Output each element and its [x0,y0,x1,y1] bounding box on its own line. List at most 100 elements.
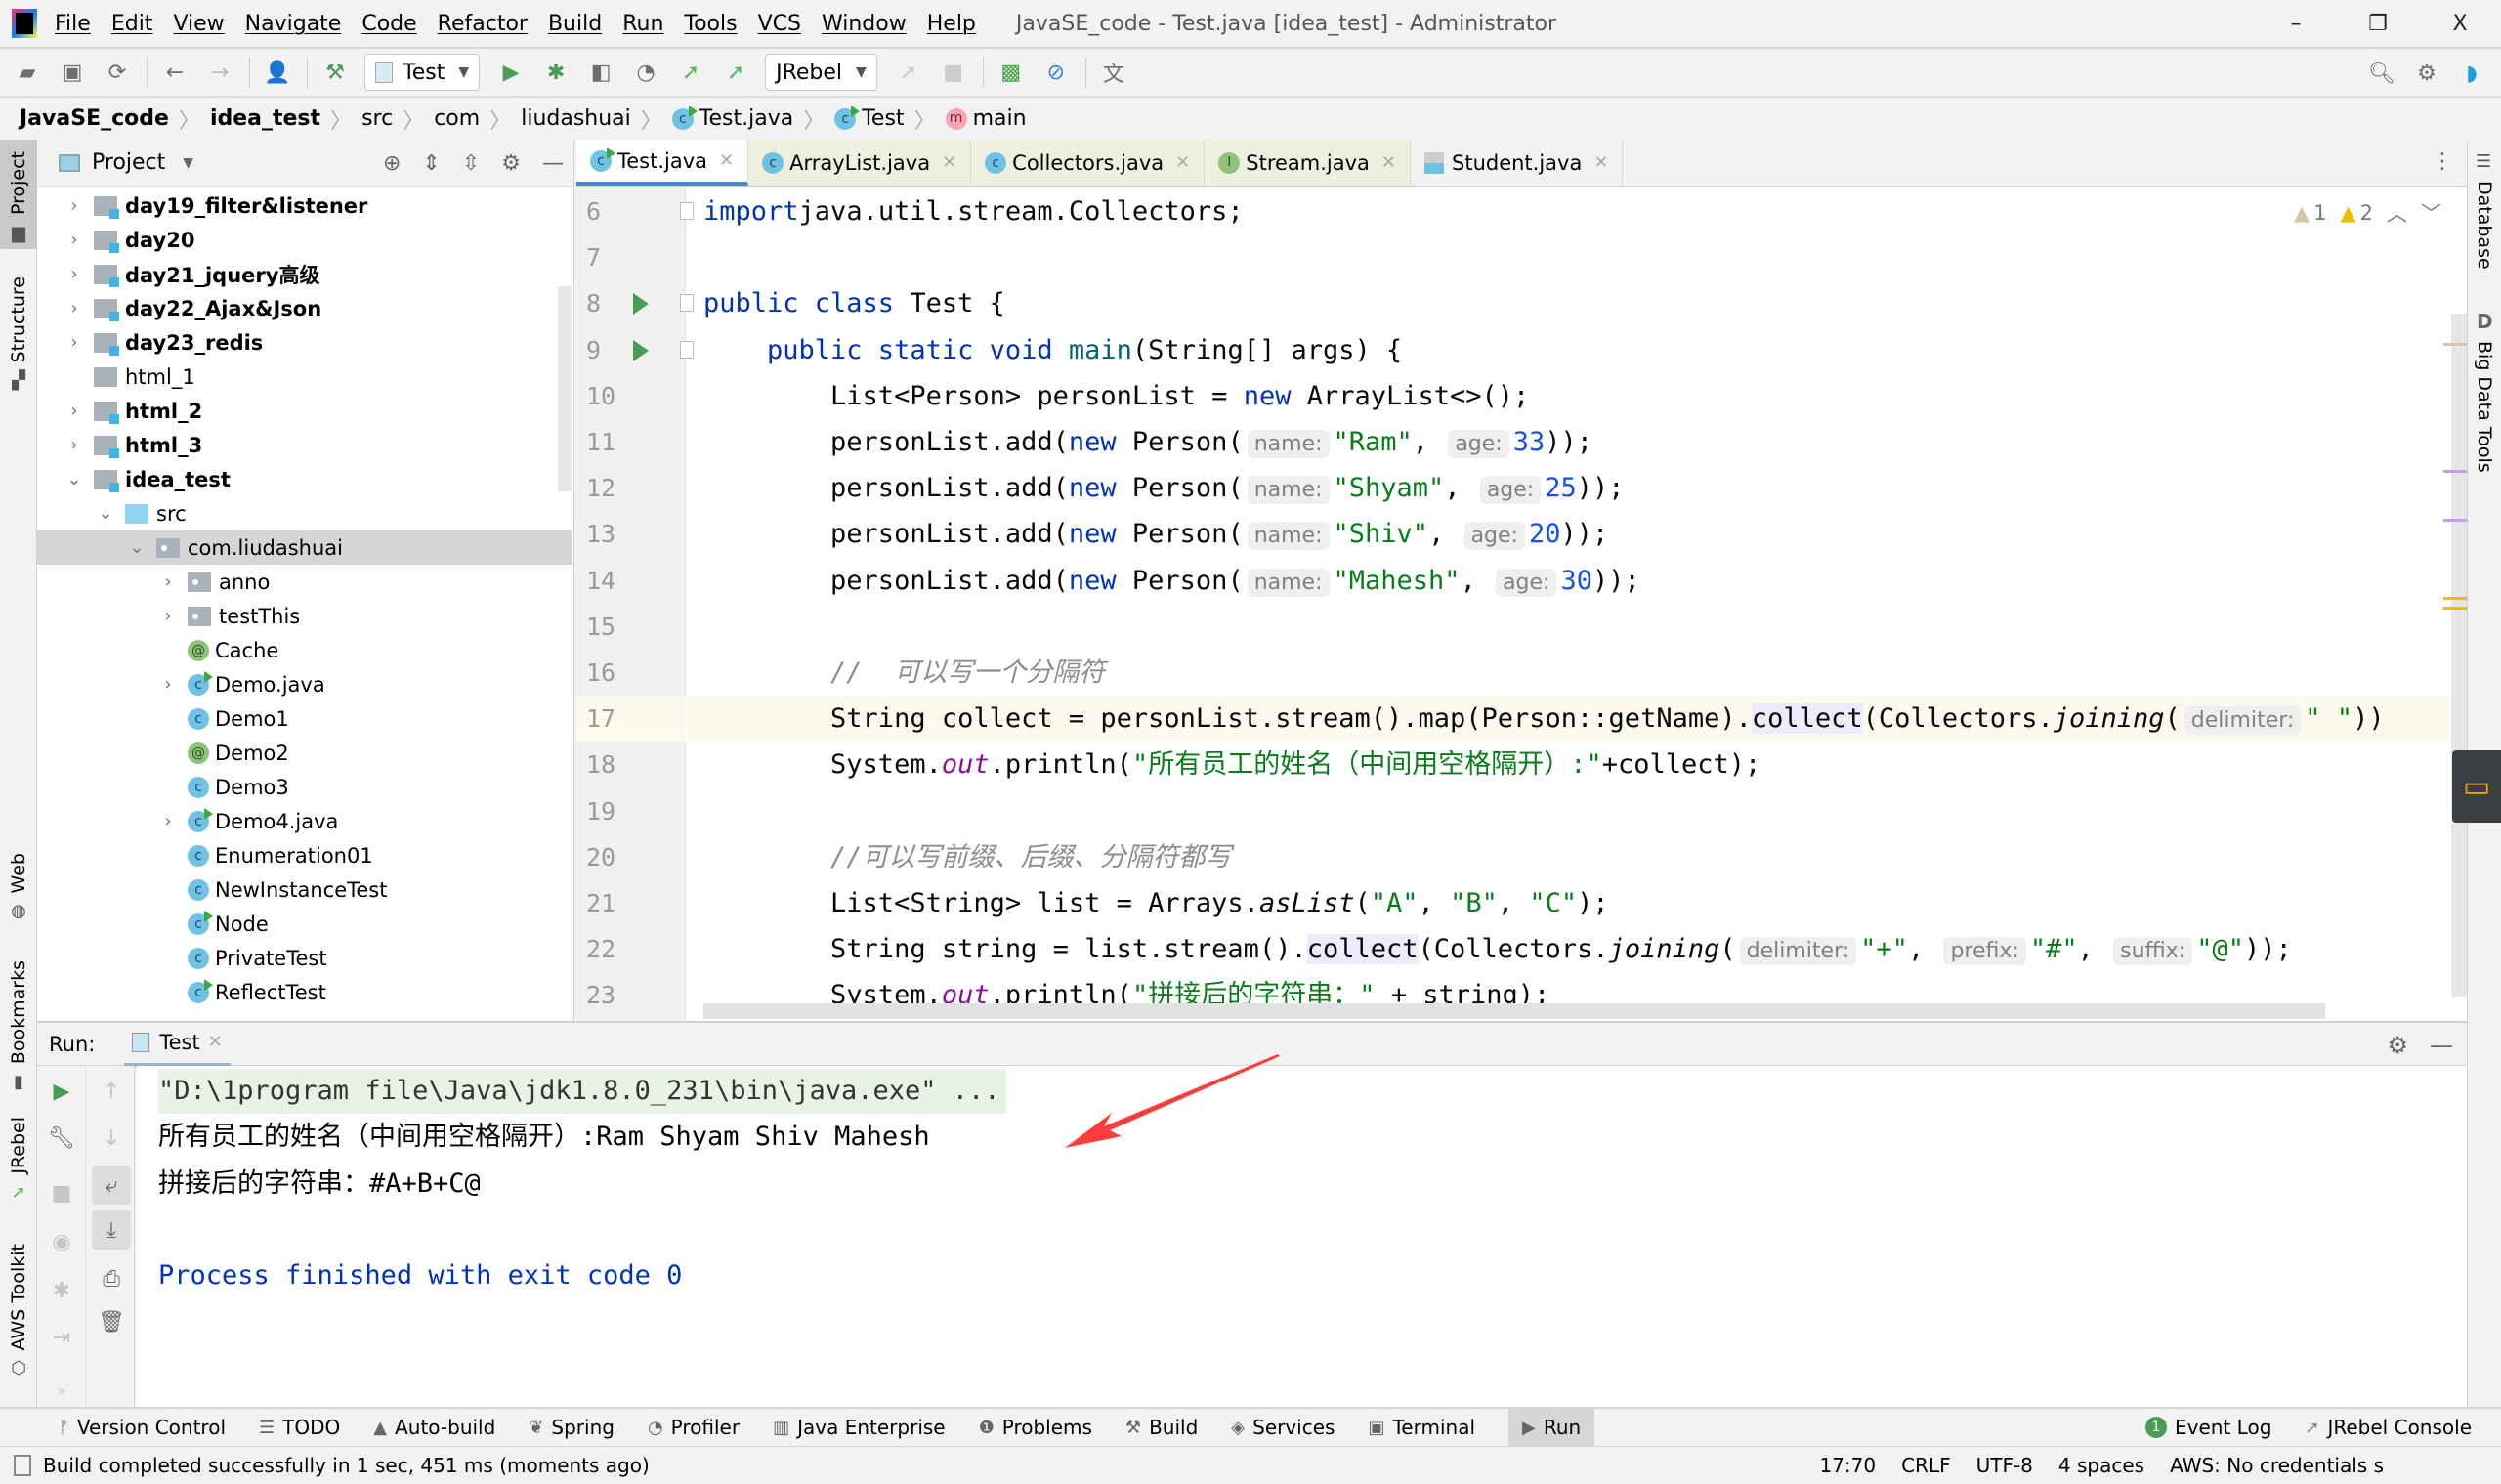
tab-test-java[interactable]: c Test.java ✕ [576,140,749,186]
restore-button[interactable]: ❐ [2337,0,2419,49]
coverage-icon[interactable]: ◧ [585,57,616,88]
attach-icon[interactable]: ➚ [893,57,924,88]
chevron-right-icon[interactable]: › [64,435,84,455]
line-number[interactable]: 14 [576,558,686,604]
line-number[interactable]: 16 [576,650,686,696]
chevron-right-icon[interactable]: › [64,332,84,353]
line-number[interactable]: 19 [576,788,686,834]
editor-horizontal-scrollbar[interactable] [703,1003,2325,1019]
previous-highlight-icon[interactable]: ︿ [2387,198,2407,228]
chevron-down-icon[interactable]: ⌄ [127,537,147,558]
status-message[interactable]: Build completed successfully in 1 sec, 4… [43,1454,650,1477]
line-number[interactable]: 9 [576,327,686,373]
menu-run[interactable]: Run [622,12,663,36]
tree-item[interactable]: › day21_jquery高级 [37,257,572,291]
tree-item[interactable]: ⌄ idea_test [37,462,572,496]
run-gutter-icon[interactable] [633,293,649,316]
jrebel-debug-icon[interactable]: ➚ [720,57,751,88]
tree-item[interactable]: c NewInstanceTest [37,872,572,907]
tree-item[interactable]: › day19_filter&listener [37,189,572,223]
line-number[interactable]: 12 [576,465,686,511]
tool-tab-event-log[interactable]: 1 Event Log [2145,1409,2271,1446]
tool-tab-jrebel[interactable]: JRebel ➚ [0,1117,37,1234]
more-tabs-icon[interactable]: ⋮ [2432,149,2453,174]
fold-marker-icon[interactable] [680,340,694,359]
tool-tab-todo[interactable]: ☰ TODO [259,1409,340,1446]
breadcrumb-item[interactable]: c Test [834,105,905,131]
code-line[interactable]: personList.add(new Person(name: "Shyam", … [703,465,1625,511]
indent-setting[interactable]: 4 spaces [2058,1454,2144,1477]
sync-icon[interactable]: ⟳ [102,57,133,88]
login-icon[interactable]: ⇥ [42,1318,81,1357]
tree-item[interactable]: › html_3 [37,428,572,462]
tool-tab-spring[interactable]: ❦ Spring [529,1409,615,1446]
menu-navigate[interactable]: Navigate [245,12,342,36]
user-icon[interactable]: 👤 [262,57,293,88]
jrebel-run-icon[interactable]: ➚ [675,57,706,88]
collapse-all-icon[interactable]: ⇳ [462,151,480,176]
close-tab-icon[interactable]: ✕ [208,1032,223,1052]
toolbox-icon[interactable]: ◗ [2456,58,2487,89]
no-icon[interactable]: ⊘ [1040,57,1072,88]
menu-code[interactable]: Code [361,12,416,36]
run-tab-test[interactable]: Test ✕ [124,1022,231,1067]
scroll-down-icon[interactable]: ↓ [92,1119,131,1158]
tool-tab-structure[interactable]: Structure ▞ [0,276,37,403]
file-encoding[interactable]: UTF-8 [1976,1454,2033,1477]
line-number[interactable]: 18 [576,742,686,787]
project-view-select[interactable]: Project [92,150,165,175]
scroll-to-end-icon[interactable]: ⤓ [92,1210,131,1250]
stop-icon[interactable]: ■ [42,1173,81,1212]
tool-tab-database[interactable]: ☰ Database [2468,148,2501,275]
camera-icon[interactable]: ◉ [42,1222,81,1261]
tree-item[interactable]: @ Cache [37,633,572,667]
stop-icon[interactable]: ■ [938,57,969,88]
tool-tab-aws-toolkit[interactable]: AWS Toolkit ⬡ [0,1244,37,1400]
chevron-right-icon[interactable]: › [64,230,84,250]
trash-icon[interactable]: 🗑︎ [92,1302,131,1341]
tab-stream-java[interactable]: I Stream.java ✕ [1205,140,1411,186]
menu-edit[interactable]: Edit [111,12,153,36]
breadcrumb-item[interactable]: c Test.java [671,105,793,131]
caret-position[interactable]: 17:70 [1819,1454,1876,1477]
breadcrumb-item[interactable]: JavaSE_code [20,106,169,131]
chevron-right-icon[interactable]: › [64,401,84,421]
warning-marker[interactable] [2443,343,2467,346]
tree-item[interactable]: html_1 [37,360,572,394]
line-number[interactable]: 17 [576,696,686,742]
close-tab-icon[interactable]: ✕ [942,152,956,173]
run-config-select[interactable]: Test ▼ [364,54,481,91]
tool-tab-services[interactable]: ◈ Services [1231,1409,1335,1446]
back-icon[interactable]: ← [159,57,191,88]
warning-marker[interactable] [2443,607,2467,610]
tree-item[interactable]: › c Demo4.java [37,804,572,838]
code-line[interactable]: public class Test { [703,280,1005,326]
tool-tab-bookmarks[interactable]: Bookmarks ▮ [0,960,37,1097]
status-toggle-icon[interactable] [14,1454,31,1476]
menu-build[interactable]: Build [548,12,602,36]
print-icon[interactable]: ⎙ [92,1259,131,1298]
breadcrumb-item[interactable]: com [434,106,480,131]
line-number[interactable]: 7 [576,234,686,280]
menu-file[interactable]: File [55,12,91,36]
inspections-widget[interactable]: ▲ 1 ▲ 2 ︿ ﹀ [2280,198,2441,228]
tool-tab-java-enterprise[interactable]: ▥ Java Enterprise [773,1409,946,1446]
tree-item[interactable]: c Demo1 [37,701,572,736]
aws-credentials[interactable]: AWS: No credentials s [2170,1454,2384,1477]
chevron-down-icon[interactable]: ⌄ [64,469,84,489]
menu-window[interactable]: Window [822,12,907,36]
forward-icon[interactable]: → [204,57,235,88]
tree-item[interactable]: c Demo3 [37,770,572,804]
close-tab-icon[interactable]: ✕ [719,150,734,171]
save-icon[interactable]: ▣ [57,57,88,88]
chevron-down-icon[interactable]: ▼ [183,155,193,171]
menu-tools[interactable]: Tools [684,12,737,36]
chevron-right-icon[interactable]: › [158,572,178,592]
breadcrumb-item[interactable]: src [361,106,393,131]
menu-vcs[interactable]: VCS [758,12,801,36]
minimize-button[interactable]: – [2255,0,2337,49]
run-console[interactable]: "D:\1program file\Java\jdk1.8.0_231\bin\… [137,1066,2467,1407]
code-line[interactable]: String string = list.stream().collect(Co… [703,926,2292,972]
line-separator[interactable]: CRLF [1901,1454,1951,1477]
line-number[interactable]: 15 [576,604,686,650]
